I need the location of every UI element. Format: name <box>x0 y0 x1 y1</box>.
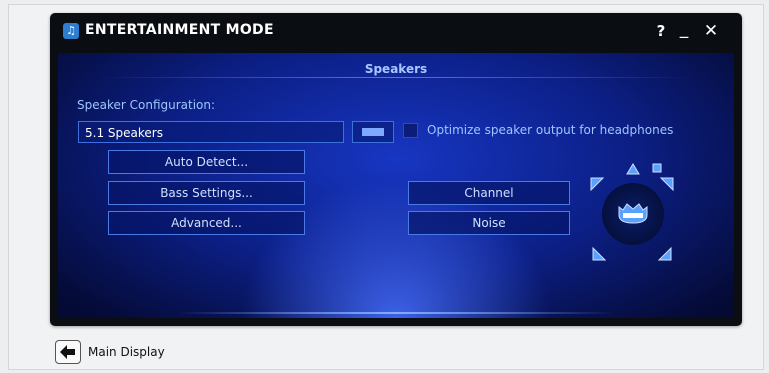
speaker-layout-widget <box>586 163 678 265</box>
help-button[interactable]: ? <box>650 19 672 43</box>
back-arrow-icon <box>60 345 75 359</box>
optimize-headphones-label: Optimize speaker output for headphones <box>427 123 674 137</box>
window-title: ENTERTAINMENT MODE <box>85 22 274 38</box>
speaker-rear-left-icon[interactable] <box>592 247 606 261</box>
speakers-panel: Speakers Speaker Configuration: 5.1 Spea… <box>58 53 734 318</box>
speaker-config-dropdown-button[interactable] <box>352 121 394 143</box>
bottom-glow <box>178 312 614 314</box>
entertainment-window: ♫ ENTERTAINMENT MODE ? _ ✕ Speakers Spea… <box>50 13 742 326</box>
back-button[interactable] <box>55 340 81 364</box>
speaker-center-icon[interactable] <box>626 163 640 175</box>
listener-icon <box>618 203 648 224</box>
speaker-rear-right-icon[interactable] <box>658 247 672 261</box>
speaker-config-label: Speaker Configuration: <box>77 98 216 112</box>
speaker-config-select[interactable]: 5.1 Speakers <box>78 121 344 143</box>
dropdown-bar-icon <box>362 128 384 136</box>
channel-button[interactable]: Channel <box>408 181 570 205</box>
auto-detect-button[interactable]: Auto Detect... <box>108 150 305 174</box>
speaker-subwoofer-icon[interactable] <box>652 163 662 173</box>
bass-settings-button[interactable]: Bass Settings... <box>108 181 305 205</box>
advanced-button[interactable]: Advanced... <box>108 211 305 235</box>
title-bar: ♫ ENTERTAINMENT MODE ? _ ✕ <box>50 13 742 51</box>
optimize-headphones-checkbox[interactable] <box>403 123 418 138</box>
divider <box>98 77 694 78</box>
speaker-front-right-icon[interactable] <box>660 177 674 191</box>
minimize-button[interactable]: _ <box>673 17 695 41</box>
speaker-front-left-icon[interactable] <box>590 177 604 191</box>
close-button[interactable]: ✕ <box>700 19 722 43</box>
app-icon: ♫ <box>63 23 79 39</box>
main-display-label[interactable]: Main Display <box>88 345 165 359</box>
noise-button[interactable]: Noise <box>408 211 570 235</box>
section-title: Speakers <box>364 62 428 76</box>
